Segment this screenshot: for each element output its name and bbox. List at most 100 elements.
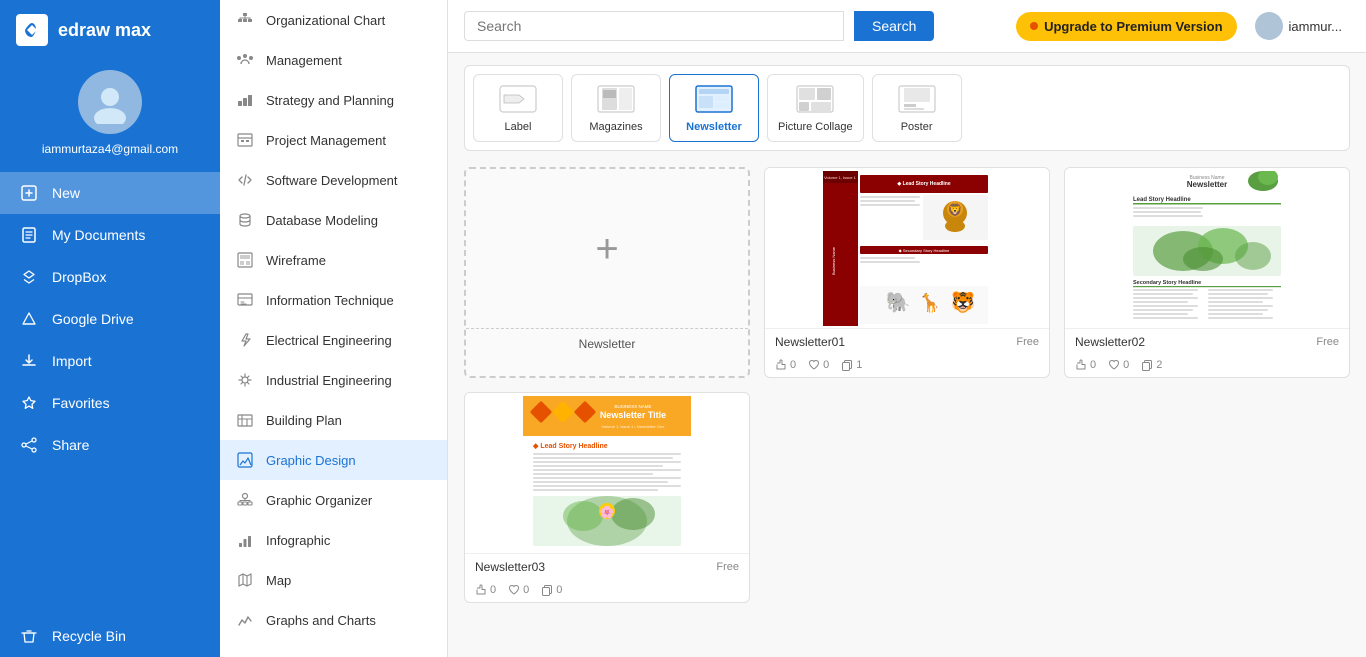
- sidebar2-projmgmt-label: Project Management: [266, 133, 386, 148]
- sidebar2-industrial-eng[interactable]: Industrial Engineering: [220, 360, 447, 400]
- sidebar2-db-modeling[interactable]: Database Modeling: [220, 200, 447, 240]
- label-tpl-icon: [498, 83, 538, 115]
- template-label[interactable]: Label: [473, 74, 563, 142]
- new-newsletter-card[interactable]: + Newsletter: [464, 167, 750, 378]
- newsletter03-card[interactable]: BUSINESS NAME Newsletter Title Volume 1,…: [464, 392, 750, 603]
- search-button[interactable]: Search: [854, 11, 934, 41]
- template-newsletter[interactable]: Newsletter: [669, 74, 759, 142]
- user-display-name: iammur...: [1289, 19, 1342, 34]
- newsletter03-title: Newsletter03: [475, 560, 545, 574]
- svg-text:🦁: 🦁: [948, 203, 963, 217]
- templates-row: Label Magazines Newsletter: [464, 65, 1350, 151]
- upgrade-dot: [1030, 22, 1038, 30]
- user-email: iammurtaza4@gmail.com: [42, 142, 178, 156]
- sidebar2-wireframe-label: Wireframe: [266, 253, 326, 268]
- template-newsletter-text: Newsletter: [686, 121, 742, 133]
- new-newsletter-label: Newsletter: [466, 329, 748, 359]
- gorg-icon: [234, 489, 256, 511]
- sidebar2-info-technique[interactable]: Information Technique: [220, 280, 447, 320]
- main-area: Search Upgrade to Premium Version iammur…: [448, 0, 1366, 657]
- new-icon: [18, 182, 40, 204]
- newsletter-tpl-icon: [694, 83, 734, 115]
- sidebar2-map[interactable]: Map: [220, 560, 447, 600]
- newsletter01-likes: 0: [775, 359, 796, 371]
- magazines-tpl-icon: [596, 83, 636, 115]
- header: Search Upgrade to Premium Version iammur…: [448, 0, 1366, 53]
- sidebar2-building-plan[interactable]: Building Plan: [220, 400, 447, 440]
- content-area: Label Magazines Newsletter: [448, 53, 1366, 657]
- svg-text:BUSINESS NAME: BUSINESS NAME: [614, 404, 651, 409]
- upgrade-button[interactable]: Upgrade to Premium Version: [1016, 12, 1236, 41]
- newsletter02-card[interactable]: Business Name Newsletter Volume 1, Issue…: [1064, 167, 1350, 378]
- org-chart-icon: [234, 9, 256, 31]
- left-sidebar: edraw max iammurtaza4@gmail.com New My D…: [0, 0, 220, 657]
- favorites-icon: [18, 392, 40, 414]
- search-input[interactable]: [464, 11, 844, 41]
- sidebar2-electrical-eng[interactable]: Electrical Engineering: [220, 320, 447, 360]
- info-icon: [234, 289, 256, 311]
- sidebar2-org-chart[interactable]: Organizational Chart: [220, 0, 447, 40]
- build-icon: [234, 409, 256, 431]
- nav-new[interactable]: New: [0, 172, 220, 214]
- sidebar2-infog-label: Infographic: [266, 533, 330, 548]
- app-name: edraw max: [58, 20, 151, 41]
- nav-new-label: New: [52, 185, 80, 201]
- svg-text:🐘: 🐘: [886, 291, 911, 314]
- svg-text:Volume 1, Issue 1: Volume 1, Issue 1: [824, 175, 857, 180]
- sidebar2-graphs-charts[interactable]: Graphs and Charts: [220, 600, 447, 640]
- template-label-text: Label: [505, 121, 532, 133]
- newsletter01-preview: Newsletter Title Business Name Volume 1,…: [765, 168, 1049, 328]
- user-section: iammurtaza4@gmail.com: [0, 60, 220, 172]
- newsletter02-title: Newsletter02: [1075, 335, 1145, 349]
- sidebar2-build-label: Building Plan: [266, 413, 342, 428]
- recycle-icon: [18, 625, 40, 647]
- docs-icon: [18, 224, 40, 246]
- projmgmt-icon: [234, 129, 256, 151]
- sidebar2-graphic-organizer[interactable]: Graphic Organizer: [220, 480, 447, 520]
- sidebar2-mgmt-label: Management: [266, 53, 342, 68]
- user-avatar: [1255, 12, 1283, 40]
- sidebar2-strategy[interactable]: Strategy and Planning: [220, 80, 447, 120]
- sidebar2-software-dev[interactable]: Software Development: [220, 160, 447, 200]
- mgmt-icon: [234, 49, 256, 71]
- nav-google-drive[interactable]: Google Drive: [0, 298, 220, 340]
- svg-text:Newsletter Title: Newsletter Title: [600, 410, 666, 420]
- newsletter01-card[interactable]: Newsletter Title Business Name Volume 1,…: [764, 167, 1050, 378]
- svg-text:Business Name: Business Name: [831, 246, 836, 275]
- sidebar2-strategy-label: Strategy and Planning: [266, 93, 394, 108]
- newsletter01-copies: 1: [841, 359, 862, 371]
- user-menu[interactable]: iammur...: [1247, 8, 1350, 44]
- newsletter03-preview: BUSINESS NAME Newsletter Title Volume 1,…: [465, 393, 749, 553]
- sidebar2-wireframe[interactable]: Wireframe: [220, 240, 447, 280]
- sidebar2-infographic[interactable]: Infographic: [220, 520, 447, 560]
- second-sidebar: Organizational Chart Management Strategy…: [220, 0, 448, 657]
- nav-share[interactable]: Share: [0, 424, 220, 466]
- sidebar2-management[interactable]: Management: [220, 40, 447, 80]
- nav-import[interactable]: Import: [0, 340, 220, 382]
- newsletter03-copies: 0: [541, 584, 562, 596]
- template-magazines[interactable]: Magazines: [571, 74, 661, 142]
- sidebar2-softdev-label: Software Development: [266, 173, 398, 188]
- logo-icon: [16, 14, 48, 46]
- nav-my-documents[interactable]: My Documents: [0, 214, 220, 256]
- template-picture-collage[interactable]: Picture Collage: [767, 74, 864, 142]
- nav-import-label: Import: [52, 353, 92, 369]
- nav-favorites[interactable]: Favorites: [0, 382, 220, 424]
- nav-docs-label: My Documents: [52, 227, 145, 243]
- graphic-icon: [234, 449, 256, 471]
- sidebar2-graphs-label: Graphs and Charts: [266, 613, 376, 628]
- db-icon: [234, 209, 256, 231]
- wire-icon: [234, 249, 256, 271]
- newsletter02-hearts: 0: [1108, 359, 1129, 371]
- sidebar2-graphic-design[interactable]: Graphic Design: [220, 440, 447, 480]
- nav-dropbox[interactable]: DropBox: [0, 256, 220, 298]
- nav-share-label: Share: [52, 437, 89, 453]
- svg-text:◆ Lead Story Headline: ◆ Lead Story Headline: [532, 443, 608, 450]
- nav-recycle-bin[interactable]: Recycle Bin: [0, 615, 220, 657]
- template-poster[interactable]: Poster: [872, 74, 962, 142]
- newsletter01-title: Newsletter01: [775, 335, 845, 349]
- sidebar2-map-label: Map: [266, 573, 291, 588]
- sidebar2-project-mgmt[interactable]: Project Management: [220, 120, 447, 160]
- plus-icon: +: [595, 229, 618, 269]
- sidebar2-indus-label: Industrial Engineering: [266, 373, 392, 388]
